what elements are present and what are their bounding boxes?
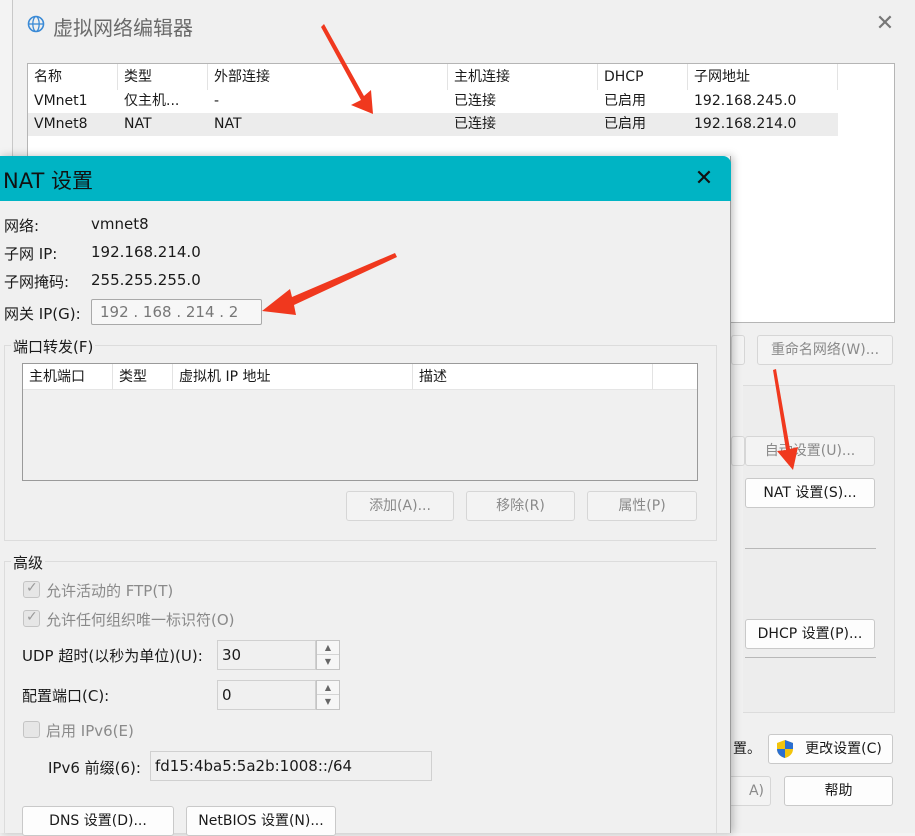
cell-dhcp: 已启用 — [604, 116, 646, 132]
ipv6-prefix-label: IPv6 前缀(6): — [48, 759, 141, 777]
cell-type: 仅主机... — [124, 93, 180, 109]
network-settings-group — [743, 385, 895, 713]
subnet-ip-value: 192.168.214.0 — [91, 243, 201, 261]
dialog-title: NAT 设置 — [3, 169, 93, 193]
cell-subnet: 192.168.214.0 — [694, 116, 797, 132]
rename-network-button[interactable]: 重命名网络(W)... — [757, 335, 893, 365]
dialog-titlebar — [0, 156, 731, 201]
enable-ipv6-label: 启用 IPv6(E) — [46, 722, 134, 740]
config-port-stepper[interactable]: ▲ ▼ — [316, 680, 340, 710]
allow-ftp-label: 允许活动的 FTP(T) — [46, 582, 174, 600]
column-header-vm-ip[interactable]: 虚拟机 IP 地址 — [173, 364, 413, 390]
gateway-ip-field[interactable]: 192 . 168 . 214 . 2 — [91, 299, 262, 325]
add-button[interactable]: 添加(A)... — [346, 491, 454, 521]
udp-timeout-input[interactable]: 30 — [217, 640, 316, 670]
change-settings-button[interactable]: 更改设置(C) — [768, 734, 893, 764]
advanced-group — [4, 561, 717, 833]
config-port-label: 配置端口(C): — [22, 687, 110, 705]
gateway-ip-label: 网关 IP(G): — [4, 305, 81, 323]
subnet-mask-label: 子网掩码: — [4, 273, 70, 291]
column-header-host[interactable]: 主机连接 — [448, 64, 598, 90]
cell-subnet: 192.168.245.0 — [694, 93, 797, 109]
network-label: 网络: — [4, 217, 40, 235]
cell-host: 已连接 — [454, 93, 496, 109]
port-forwarding-list[interactable]: 主机端口 类型 虚拟机 IP 地址 描述 — [22, 363, 698, 481]
column-header-type[interactable]: 类型 — [118, 64, 208, 90]
spin-up-icon[interactable]: ▲ — [317, 681, 339, 695]
nat-settings-dialog: NAT 设置 ✕ 网络: vmnet8 子网 IP: 192.168.214.0… — [0, 156, 731, 836]
port-forwarding-title: 端口转发(F) — [11, 336, 96, 357]
udp-timeout-label: UDP 超时(以秒为单位)(U): — [22, 647, 203, 665]
column-header-dhcp[interactable]: DHCP — [598, 64, 688, 90]
cell-external: - — [214, 93, 220, 109]
cell-dhcp: 已启用 — [604, 93, 646, 109]
allow-oui-checkbox[interactable] — [23, 609, 40, 627]
change-settings-label: 更改设置(C) — [805, 741, 882, 757]
netbios-settings-button[interactable]: NetBIOS 设置(N)... — [186, 806, 336, 836]
spin-down-icon[interactable]: ▼ — [317, 695, 339, 709]
cell-external: NAT — [214, 116, 242, 132]
window-title: 虚拟网络编辑器 — [53, 16, 193, 40]
globe-icon — [27, 15, 45, 33]
column-header-type[interactable]: 类型 — [113, 364, 173, 390]
table-row[interactable]: VMnet1 仅主机... - 已连接 已启用 192.168.245.0 — [28, 90, 838, 113]
properties-button[interactable]: 属性(P) — [587, 491, 697, 521]
column-header-subnet[interactable]: 子网地址 — [688, 64, 838, 90]
close-icon[interactable]: ✕ — [873, 12, 897, 36]
close-icon[interactable]: ✕ — [690, 165, 718, 193]
column-header-description[interactable]: 描述 — [413, 364, 653, 390]
remove-button[interactable]: 移除(R) — [466, 491, 575, 521]
advanced-title: 高级 — [11, 552, 46, 573]
help-button[interactable]: 帮助 — [784, 776, 893, 806]
subnet-ip-label: 子网 IP: — [4, 245, 58, 263]
allow-oui-label: 允许任何组织唯一标识符(O) — [46, 611, 235, 629]
dns-settings-button[interactable]: DNS 设置(D)... — [22, 806, 174, 836]
allow-ftp-checkbox[interactable] — [23, 580, 40, 598]
port-forwarding-header: 主机端口 类型 虚拟机 IP 地址 描述 — [23, 364, 697, 390]
remove-network-button[interactable] — [731, 335, 745, 365]
shield-icon — [777, 740, 793, 758]
cell-host: 已连接 — [454, 116, 496, 132]
spin-up-icon[interactable]: ▲ — [317, 641, 339, 655]
table-row[interactable]: VMnet8 NAT NAT 已连接 已启用 192.168.214.0 — [28, 113, 838, 136]
column-header-name[interactable]: 名称 — [28, 64, 118, 90]
column-header-host-port[interactable]: 主机端口 — [23, 364, 113, 390]
dhcp-settings-button[interactable]: DHCP 设置(P)... — [745, 619, 875, 649]
column-header-external[interactable]: 外部连接 — [208, 64, 448, 90]
enable-ipv6-checkbox[interactable] — [23, 721, 40, 738]
status-text: 置。 — [733, 741, 761, 757]
divider — [745, 657, 876, 658]
cell-name: VMnet1 — [34, 93, 88, 109]
divider — [745, 548, 876, 549]
cell-name: VMnet8 — [34, 116, 88, 132]
udp-timeout-stepper[interactable]: ▲ ▼ — [316, 640, 340, 670]
network-value: vmnet8 — [91, 215, 149, 233]
nat-settings-button[interactable]: NAT 设置(S)... — [745, 478, 875, 508]
spin-down-icon[interactable]: ▼ — [317, 655, 339, 669]
subnet-mask-value: 255.255.255.0 — [91, 271, 201, 289]
auto-settings-button[interactable]: 自动设置(U)... — [745, 436, 875, 466]
cell-type: NAT — [124, 116, 152, 132]
partial-button[interactable] — [731, 436, 745, 466]
config-port-input[interactable]: 0 — [217, 680, 316, 710]
ipv6-prefix-input[interactable]: fd15:4ba5:5a2b:1008::/64 — [150, 751, 432, 781]
